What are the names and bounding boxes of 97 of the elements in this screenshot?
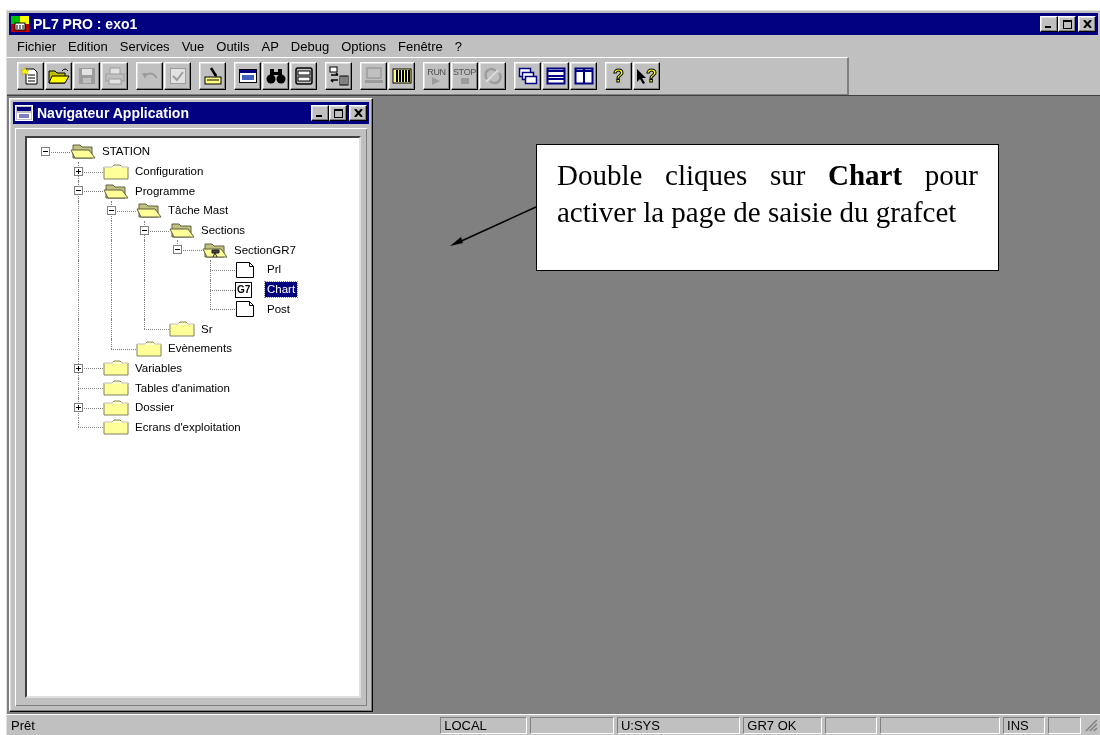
tileh-button[interactable] [542,62,569,90]
maximize-button[interactable] [1058,16,1076,32]
folder-icon [103,163,129,180]
tree-item[interactable]: Programme [133,183,198,199]
window-icon [237,67,258,85]
tree-item[interactable]: Evènements [166,341,234,357]
document-icon [235,260,255,279]
find-button[interactable] [262,62,289,90]
printer-icon [104,67,125,85]
io-button[interactable] [325,62,352,90]
cascade-button[interactable] [514,62,541,90]
tree-item[interactable]: Sections [199,223,248,239]
status-pane: INS [1003,716,1045,734]
tree-item[interactable]: SectionGR7 [232,242,298,258]
status-pane: LOCAL [440,716,528,734]
close-icon [353,109,363,117]
transfer-icon [328,66,349,86]
tree-item[interactable]: Dossier [133,400,176,416]
empty-status-pane [1047,716,1082,734]
maximize-icon [333,108,343,118]
menu-item[interactable]: ? [448,38,469,54]
checkbox-icon [168,67,187,85]
folder-icon [103,399,129,416]
resize-grip [1084,718,1098,732]
cascade-windows-icon [517,67,538,85]
folder-icon [136,340,162,357]
folder-icon [169,321,195,338]
tree-item[interactable]: Post [265,301,292,317]
close-icon [1082,20,1092,28]
expand-toggle[interactable] [107,206,116,216]
new-document-icon [20,66,41,86]
expand-toggle[interactable] [74,363,83,373]
grafcet-badge: G7 [235,281,253,298]
menu-item[interactable]: Outils [210,38,256,54]
tree-item[interactable]: Tâche Mast [166,203,231,219]
tree-item[interactable]: Chart [265,282,298,298]
expand-toggle[interactable] [41,147,50,156]
folder-icon [103,380,129,397]
close-button[interactable] [349,105,367,121]
open-folder-icon [136,202,162,220]
drawer-button[interactable] [290,62,317,90]
vertical-tiles-icon [573,67,594,85]
tree-item[interactable]: Ecrans d'exploitation [133,419,243,435]
folder-icon [103,419,129,436]
pen-icon [202,66,223,86]
open-folder-icon [169,222,195,240]
tree-item[interactable]: STATION [100,144,153,160]
document-icon [235,300,255,319]
stop-icon [458,76,471,85]
menu-item[interactable]: Vue [175,38,211,54]
new-button[interactable] [17,62,44,90]
cursor-icon [636,68,646,84]
horizontal-tiles-icon [545,67,566,85]
folder-icon [47,67,70,85]
tilev-button[interactable] [570,62,597,90]
open-folder-icon [70,143,96,161]
tree-item[interactable]: Configuration [133,164,206,180]
status-pane: GR7 OK [743,716,823,734]
cabinet-icon [293,67,314,85]
expand-toggle[interactable] [140,225,149,235]
expand-toggle[interactable] [74,166,83,176]
tree-item[interactable]: Sr [199,321,215,337]
open-folder-icon [103,182,129,200]
folder-icon [103,360,129,377]
menu-item[interactable]: Edition [62,38,114,54]
menu-item[interactable]: Services [113,38,176,54]
expand-toggle[interactable] [74,402,83,412]
minimize-button[interactable] [1040,16,1058,32]
menu-item[interactable]: Fichier [11,38,62,54]
maximize-button[interactable] [329,105,347,121]
maximize-icon [1062,19,1072,29]
status-pane: U:SYS [616,716,741,734]
section-folder-icon [202,241,228,259]
binoculars-icon [265,67,286,85]
app-icon [11,16,29,32]
minimize-button[interactable] [311,105,329,121]
status-message: Prêt [10,717,36,733]
tree-item[interactable]: Tables d'animation [133,380,232,396]
navigator-title: Navigateur Application [37,105,190,121]
open-button[interactable] [45,62,72,90]
menu-item[interactable]: Options [335,38,392,54]
expand-toggle[interactable] [173,245,182,255]
menu-item[interactable]: Debug [284,38,336,54]
window-button[interactable] [234,62,261,90]
callout-text: Double cliques sur Chart pour activer la page de saisie du grafcet [557,158,978,230]
tree-item[interactable]: Variables [133,360,185,376]
transfer-button[interactable] [199,62,226,90]
close-button[interactable] [1078,16,1096,32]
rack-icon [391,67,412,85]
tree-item[interactable]: Prl [265,262,284,278]
menu-item[interactable]: AP [255,38,285,54]
empty-status-pane [825,716,877,734]
window-title: PL7 PRO : exo1 [33,16,139,32]
monitor-icon [363,67,384,85]
expand-toggle[interactable] [74,186,83,196]
menu-item[interactable]: Fenêtre [392,38,449,54]
rack-button[interactable] [388,62,415,90]
